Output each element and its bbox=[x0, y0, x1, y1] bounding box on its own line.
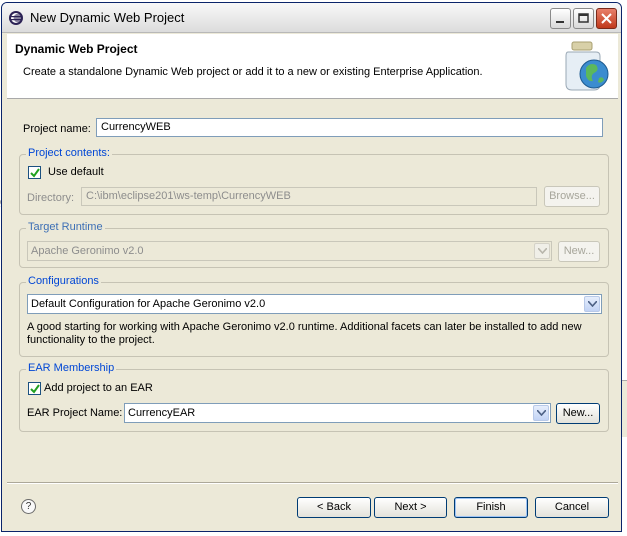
use-default-checkbox[interactable] bbox=[28, 166, 41, 179]
chevron-down-icon[interactable] bbox=[584, 296, 600, 312]
footer-separator bbox=[7, 482, 618, 484]
chevron-down-icon[interactable] bbox=[533, 405, 549, 421]
next-button[interactable]: Next > bbox=[374, 497, 447, 518]
page-title: Dynamic Web Project bbox=[15, 42, 138, 56]
checkmark-icon bbox=[30, 384, 40, 394]
finish-button[interactable]: Finish bbox=[454, 497, 528, 518]
target-runtime-title: Target Runtime bbox=[26, 221, 105, 233]
help-icon[interactable]: ? bbox=[21, 499, 36, 514]
new-runtime-button[interactable]: New... bbox=[558, 241, 600, 262]
maximize-button[interactable] bbox=[573, 8, 594, 29]
window-title: New Dynamic Web Project bbox=[30, 10, 185, 25]
configuration-description: A good starting for working with Apache … bbox=[27, 321, 582, 346]
checkmark-icon bbox=[30, 168, 40, 178]
ear-project-name-label: EAR Project Name: bbox=[27, 407, 123, 419]
project-contents-title: Project contents: bbox=[26, 147, 112, 159]
close-button[interactable] bbox=[596, 8, 617, 29]
ear-project-value: CurrencyEAR bbox=[128, 407, 196, 419]
eclipse-app-icon bbox=[8, 10, 24, 26]
title-bar[interactable]: New Dynamic Web Project bbox=[2, 3, 621, 33]
dialog-window: New Dynamic Web Project Dynamic Web Proj… bbox=[1, 2, 622, 532]
ear-membership-title: EAR Membership bbox=[26, 362, 117, 374]
new-ear-button[interactable]: New... bbox=[556, 403, 600, 424]
chevron-down-icon bbox=[534, 243, 550, 259]
back-button[interactable]: < Back bbox=[297, 497, 371, 518]
directory-label: Directory: bbox=[27, 192, 75, 204]
add-to-ear-checkbox[interactable] bbox=[28, 382, 41, 395]
web-project-globe-jar-icon bbox=[560, 40, 612, 92]
configuration-value: Default Configuration for Apache Geronim… bbox=[31, 298, 266, 310]
browse-button[interactable]: Browse... bbox=[544, 186, 600, 207]
page-description: Create a standalone Dynamic Web project … bbox=[23, 66, 483, 78]
cancel-button[interactable]: Cancel bbox=[535, 497, 609, 518]
maximize-icon bbox=[578, 13, 589, 23]
configuration-select[interactable]: Default Configuration for Apache Geronim… bbox=[27, 294, 602, 314]
ear-project-select[interactable]: CurrencyEAR bbox=[124, 403, 551, 423]
close-icon bbox=[601, 13, 612, 24]
use-default-label: Use default bbox=[48, 166, 104, 178]
directory-input[interactable]: C:\ibm\eclipse201\ws-temp\CurrencyWEB bbox=[81, 187, 537, 206]
configurations-title: Configurations bbox=[26, 275, 101, 287]
target-runtime-select[interactable]: Apache Geronimo v2.0 bbox=[27, 241, 552, 261]
minimize-button[interactable] bbox=[550, 8, 571, 29]
add-to-ear-label: Add project to an EAR bbox=[44, 382, 153, 394]
wizard-header: Dynamic Web Project Create a standalone … bbox=[7, 34, 618, 99]
wizard-body: Project name: CurrencyWEB Project conten… bbox=[7, 99, 618, 529]
minimize-icon bbox=[556, 21, 564, 23]
project-name-label: Project name: bbox=[23, 123, 91, 135]
target-runtime-value: Apache Geronimo v2.0 bbox=[31, 245, 144, 257]
project-name-input[interactable]: CurrencyWEB bbox=[96, 118, 603, 137]
